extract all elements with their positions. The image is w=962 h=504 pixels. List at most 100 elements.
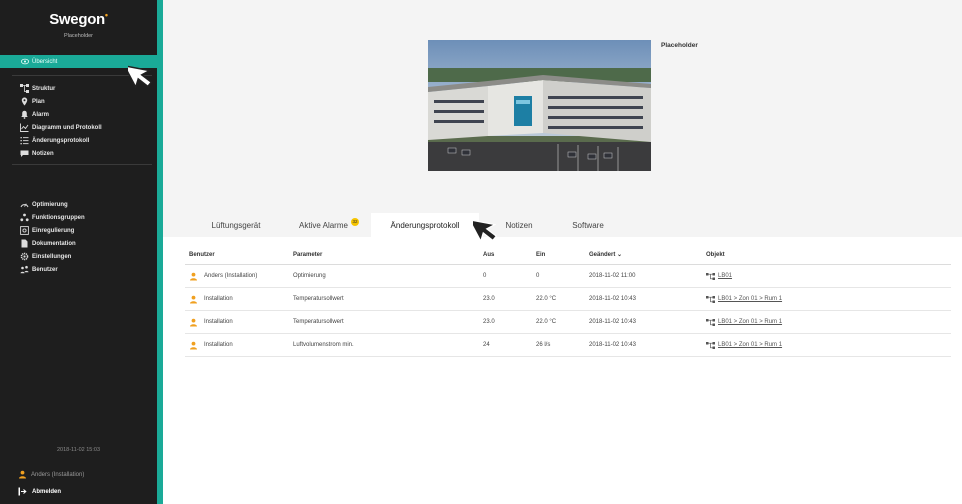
note-icon [20,150,29,157]
logout-button[interactable]: Abmelden [18,487,61,496]
user-icon [190,272,197,280]
sidebar-item-label: Notizen [32,150,54,157]
brand: Swegon• Placeholder [0,10,157,39]
sidebar-item-label: Diagramm und Protokoll [32,124,102,131]
sidebar-item-label: Alarm [32,111,50,118]
gauge-icon [20,203,29,208]
sidebar-item-label: Einstellungen [32,253,72,260]
user-icon [190,295,197,303]
sidebar-item-changelog[interactable]: Änderungsprotokoll [0,134,157,147]
cell-changed: 2018-11-02 10:43 [589,319,636,325]
sidebar-item-balancing[interactable]: Einregulierung [0,224,157,237]
brand-logo[interactable]: Swegon• [0,10,157,28]
object-link[interactable]: LB01 > Zon 01 > Rum 1 [718,296,782,302]
sidebar-item-label: Optimierung [32,201,68,208]
bell-icon [21,110,28,119]
structure-icon [20,84,29,93]
sidebar-item-label: Plan [32,98,45,105]
column-header-old-value[interactable]: Aus [483,245,494,264]
document-icon [21,239,28,248]
alarm-count-badge: 32 [350,218,359,226]
sidebar-item-optimization[interactable]: Optimierung [0,198,157,211]
object-link[interactable]: LB01 > Zon 01 > Rum 1 [718,319,782,325]
gear-icon [20,252,29,261]
column-header-user[interactable]: Benutzer [189,245,215,264]
group-icon [20,213,29,222]
tab-active-alarms[interactable]: Aktive Alarme 32 [289,213,369,237]
chart-icon [20,123,29,132]
sidebar-group-tools: Optimierung Funktionsgruppen Einregulier… [0,198,157,276]
object-tree-icon [706,341,715,349]
cell-user: Anders (Installation) [204,273,258,279]
sidebar-item-label: Änderungsprotokoll [32,137,90,144]
sidebar-item-diagram[interactable]: Diagramm und Protokoll [0,121,157,134]
current-user-label: Anders (Installation) [31,471,85,478]
column-header-new-value[interactable]: Ein [536,245,545,264]
sidebar-timestamp: 2018-11-02 15:03 [56,447,101,453]
eye-icon [21,58,29,65]
cell-new-value: 0 [536,273,540,279]
table-row: Anders (Installation) Optimierung 0 0 20… [185,265,951,288]
sidebar-item-function-groups[interactable]: Funktionsgruppen [0,211,157,224]
cell-changed: 2018-11-02 10:43 [589,342,636,348]
column-header-object[interactable]: Objekt [706,245,725,264]
cell-user: Installation [204,296,233,302]
tab-change-log[interactable]: Änderungsprotokoll [371,213,479,237]
sidebar-item-alarm[interactable]: Alarm [0,108,157,121]
cell-old-value: 0 [483,273,487,279]
building-photo [428,40,651,171]
sidebar-group-main: Struktur Plan Alarm Diagramm und Protoko… [0,82,157,160]
device-name: Placeholder [661,42,698,49]
table-row: Installation Temperatursollwert 23.0 22.… [185,288,951,311]
tab-software[interactable]: Software [553,213,623,237]
sidebar-item-label: Dokumentation [32,240,76,247]
cell-old-value: 23.0 [483,296,495,302]
change-log-table: Benutzer Parameter Aus Ein Geändert ⌄ Ob… [185,245,951,357]
cell-old-value: 24 [483,342,490,348]
sidebar-item-notes[interactable]: Notizen [0,147,157,160]
location-pin-icon [21,97,28,106]
sidebar-item-label: Übersicht [32,58,58,65]
tab-ventilation-unit[interactable]: Lüftungsgerät [183,213,289,237]
brand-subtitle: Placeholder [63,33,94,39]
object-link[interactable]: LB01 > Zon 01 > Rum 1 [718,342,782,348]
cell-new-value: 22.0 °C [536,319,557,325]
column-header-parameter[interactable]: Parameter [293,245,322,264]
table-header: Benutzer Parameter Aus Ein Geändert ⌄ Ob… [185,245,951,265]
sidebar-item-settings[interactable]: Einstellungen [0,250,157,263]
cell-changed: 2018-11-02 11:00 [589,273,636,279]
object-tree-icon [706,318,715,326]
cell-new-value: 22.0 °C [536,296,557,302]
cell-parameter: Temperatursollwert [293,296,344,302]
cell-old-value: 23.0 [483,319,495,325]
users-icon [20,265,29,274]
cell-changed: 2018-11-02 10:43 [589,296,636,302]
sidebar-item-plan[interactable]: Plan [0,95,157,108]
main-content: Placeholder Lüftungsgerät Aktive Alarme 3… [163,0,962,504]
sidebar-item-users[interactable]: Benutzer [0,263,157,276]
user-icon [190,341,197,349]
cell-user: Installation [204,342,233,348]
cursor-arrow-icon [473,219,498,243]
tab-bar: Lüftungsgerät Aktive Alarme 32 Änderungsp… [163,205,962,237]
balance-icon [20,226,29,235]
current-user[interactable]: Anders (Installation) [18,470,84,479]
table-row: Installation Temperatursollwert 23.0 22.… [185,311,951,334]
cell-parameter: Temperatursollwert [293,319,344,325]
object-link[interactable]: LB01 [718,273,732,279]
logout-icon [18,487,27,496]
column-header-changed[interactable]: Geändert ⌄ [589,245,622,264]
sidebar-item-documentation[interactable]: Dokumentation [0,237,157,250]
sidebar-divider [12,164,152,165]
sidebar-item-label: Benutzer [32,266,58,273]
user-icon [19,470,26,479]
cursor-arrow-icon [128,64,153,90]
cell-parameter: Luftvolumenstrom min. [293,342,354,348]
object-tree-icon [706,272,715,280]
list-icon [20,137,29,145]
sidebar-item-label: Funktionsgruppen [32,214,85,221]
sidebar-item-label: Struktur [32,85,56,92]
device-hero: Placeholder [163,0,962,205]
cell-parameter: Optimierung [293,273,326,279]
table-row: Installation Luftvolumenstrom min. 24 26… [185,334,951,357]
